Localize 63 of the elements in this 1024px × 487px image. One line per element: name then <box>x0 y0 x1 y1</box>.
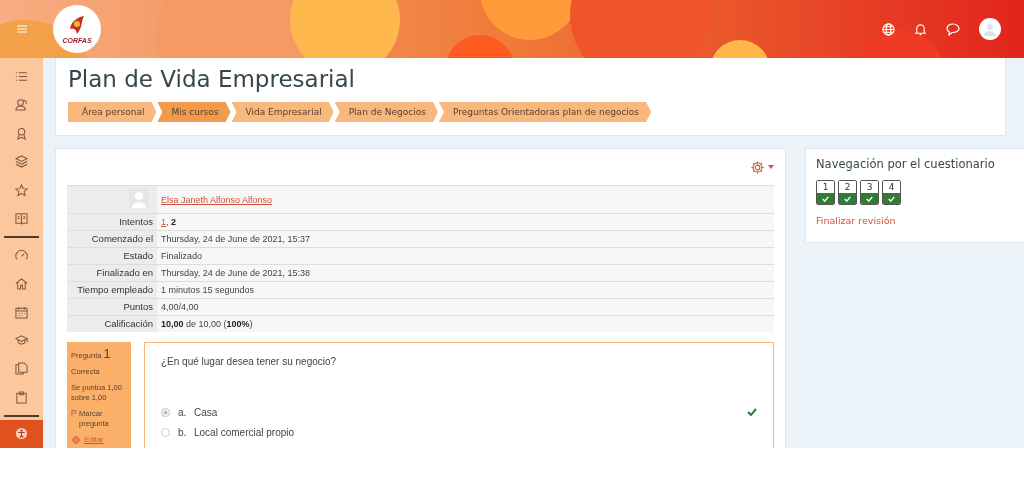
field-value: Thursday, 24 de June de 2021, 15:37 <box>161 234 310 244</box>
breadcrumb-link[interactable]: Área personal <box>68 102 157 122</box>
documents-icon <box>15 362 28 376</box>
field-label: Estado <box>67 247 157 265</box>
dashboard-icon <box>15 248 28 262</box>
question-nav-button[interactable]: 1 <box>816 180 835 205</box>
layers-icon <box>15 155 28 169</box>
settings-menu-button[interactable] <box>750 159 774 175</box>
user-name-link[interactable]: Elsa Janeth Alfonso Alfonso <box>161 194 273 205</box>
breadcrumb-link[interactable]: Preguntas Orientadoras plan de negocios <box>438 102 652 122</box>
radio-button[interactable] <box>161 407 170 417</box>
field-label: Comenzado el <box>67 230 157 248</box>
attempt-link[interactable]: 1 <box>161 217 166 227</box>
list-icon <box>15 69 28 83</box>
question-nav-button[interactable]: 2 <box>838 180 857 205</box>
chat-bubble-icon[interactable] <box>946 22 960 36</box>
answer-letter: b. <box>178 426 188 438</box>
separator: , <box>166 217 169 227</box>
check-icon <box>866 195 873 202</box>
gear-icon <box>71 435 81 445</box>
language-icon[interactable] <box>882 22 895 36</box>
answer-text: Local comercial propio <box>194 426 296 438</box>
caret-icon <box>768 165 774 169</box>
accessibility-icon <box>15 427 28 441</box>
star-icon <box>15 183 28 197</box>
current-attempt: 2 <box>171 217 177 227</box>
question-number: 1 <box>103 346 111 361</box>
check-icon <box>888 195 895 202</box>
question-text: ¿En qué lugar desea tener su negocio? <box>161 356 338 367</box>
check-icon <box>844 195 851 202</box>
field-value: Finalizado <box>161 251 203 261</box>
calendar-icon <box>15 305 28 319</box>
user-picture-icon <box>129 188 149 208</box>
question-nav-button[interactable]: 4 <box>882 180 901 205</box>
sidebar-item[interactable] <box>0 419 43 448</box>
breadcrumb-link[interactable]: Mis cursos <box>157 102 231 122</box>
block-title: Navegación por el cuestionario <box>816 157 996 171</box>
field-label: Finalizado en <box>67 264 157 282</box>
field-value: 10,00 de 10,00 (100%) <box>161 319 253 329</box>
page-title: Plan de Vida Empresarial <box>68 66 356 92</box>
field-value: 4,00/4,00 <box>161 302 199 312</box>
field-label: Tiempo empleado <box>67 281 157 299</box>
field-label: Calificación <box>67 315 157 332</box>
field-value: 1 minutos 15 segundos <box>161 285 255 295</box>
notification-bell-icon[interactable] <box>914 22 927 36</box>
check-icon <box>822 195 829 202</box>
graduation-cap-icon <box>15 334 28 347</box>
flag-icon <box>71 409 78 417</box>
users-icon <box>15 98 28 112</box>
answer-text: Casa <box>194 406 219 418</box>
field-value: Thursday, 24 de June de 2021, 15:38 <box>161 268 310 278</box>
radio-button[interactable] <box>161 427 170 437</box>
award-icon <box>15 126 28 140</box>
home-icon <box>15 277 28 291</box>
breadcrumb-link[interactable]: Plan de Negocios <box>334 102 438 122</box>
field-label: Intentos <box>67 213 157 231</box>
breadcrumb-link[interactable]: Vida Empresarial <box>231 102 334 122</box>
question-nav-button[interactable]: 3 <box>860 180 879 205</box>
clipboard-icon <box>15 390 28 404</box>
book-icon <box>15 212 28 226</box>
answer-letter: a. <box>178 406 188 418</box>
finish-review-link[interactable]: Finalizar revisión <box>816 215 1024 226</box>
field-label: Puntos <box>67 298 157 316</box>
